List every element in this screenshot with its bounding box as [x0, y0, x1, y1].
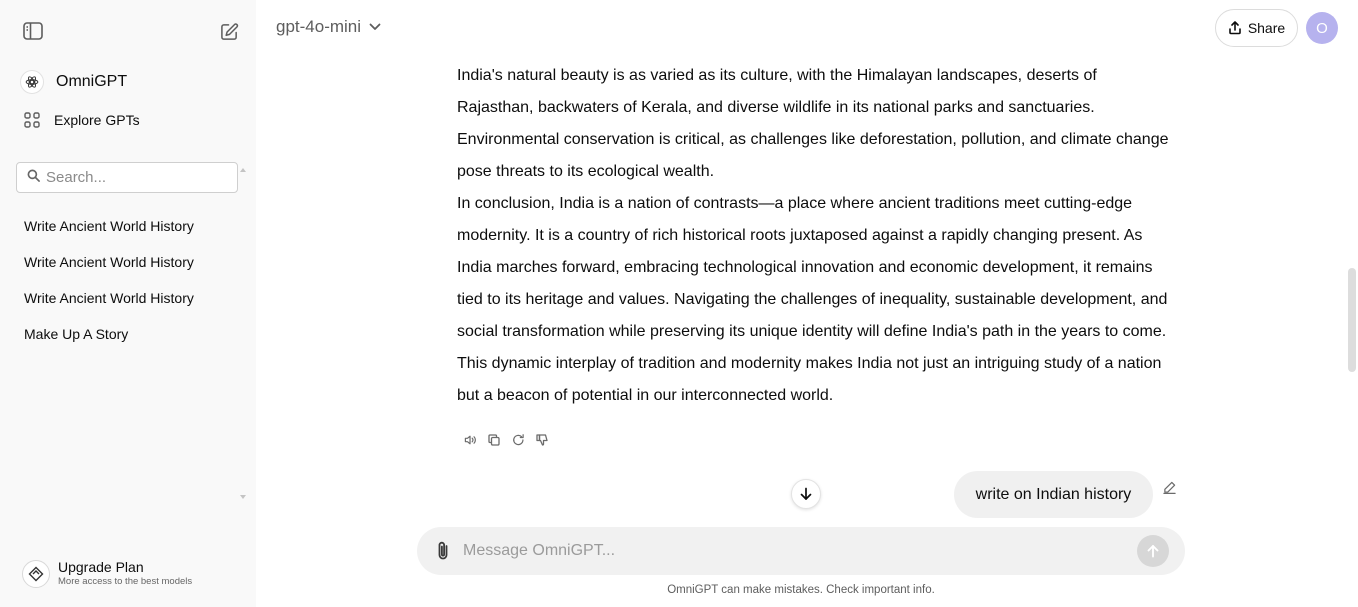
- sidebar-toggle-icon[interactable]: [19, 17, 47, 45]
- thumbs-down-icon[interactable]: [535, 433, 549, 447]
- copy-icon[interactable]: [487, 433, 501, 447]
- sidebar-item-explore-gpts[interactable]: Explore GPTs: [20, 104, 240, 136]
- assistant-paragraph: India's natural beauty is as varied as i…: [457, 67, 1169, 180]
- send-button[interactable]: [1137, 535, 1169, 567]
- upgrade-plan-subtitle: More access to the best models: [58, 576, 193, 587]
- user-message-text: write on Indian history: [975, 485, 1132, 503]
- search-field[interactable]: [16, 162, 238, 193]
- sidebar-item-label: Explore GPTs: [54, 112, 140, 128]
- share-label: Share: [1247, 20, 1286, 36]
- history-item[interactable]: Make Up A Story: [24, 326, 128, 342]
- scroll-down-arrow-icon[interactable]: [240, 495, 246, 499]
- history-item[interactable]: Write Ancient World History: [24, 254, 194, 270]
- message-input[interactable]: [463, 542, 1137, 560]
- model-name: gpt-4o-mini: [276, 17, 362, 36]
- arrow-up-icon: [1147, 545, 1159, 558]
- search-input[interactable]: [46, 169, 226, 186]
- app-window: OmniGPT Explore GPTs Search... Write Anc…: [0, 0, 1358, 607]
- user-message: write on Indian history: [954, 471, 1153, 518]
- scroll-to-bottom-button[interactable]: [791, 479, 821, 509]
- avatar[interactable]: O: [1306, 12, 1338, 44]
- message-composer: [417, 527, 1185, 575]
- assistant-message: India's natural beauty is as varied as i…: [457, 60, 1177, 412]
- chat-scrollbar[interactable]: [1346, 0, 1358, 607]
- history-item[interactable]: Write Ancient World History: [24, 218, 194, 234]
- sidebar-item-omnigpt[interactable]: OmniGPT: [20, 66, 240, 98]
- sidebar-item-label: OmniGPT: [56, 73, 128, 90]
- upgrade-plan-title: Upgrade Plan: [58, 559, 144, 575]
- scroll-up-arrow-icon[interactable]: [240, 168, 246, 172]
- openai-logo-icon: [20, 70, 44, 94]
- pencil-icon[interactable]: [1161, 479, 1177, 495]
- grid-icon: [20, 112, 44, 128]
- search-icon: [27, 169, 40, 187]
- disclaimer-text: OmniGPT can make mistakes. Check importa…: [667, 584, 935, 596]
- sidebar: OmniGPT Explore GPTs Search... Write Anc…: [0, 0, 256, 607]
- paperclip-icon[interactable]: [433, 541, 453, 561]
- model-selector[interactable]: gpt-4o-mini: [276, 17, 381, 37]
- assistant-paragraph: In conclusion, India is a nation of cont…: [457, 195, 1168, 404]
- share-icon: [1229, 21, 1241, 35]
- arrow-down-icon: [800, 487, 812, 500]
- speaker-icon[interactable]: [463, 433, 477, 447]
- regenerate-icon[interactable]: [511, 433, 525, 447]
- upgrade-plan-button[interactable]: Upgrade Plan More access to the best mod…: [22, 559, 192, 589]
- chevron-down-icon: [369, 23, 381, 30]
- chat-main: gpt-4o-mini Share O India's natural beau…: [256, 0, 1358, 607]
- new-chat-icon[interactable]: [215, 17, 243, 45]
- history-item[interactable]: Write Ancient World History: [24, 290, 194, 306]
- message-actions: [463, 433, 549, 447]
- scrollbar-thumb[interactable]: [1348, 268, 1356, 372]
- upgrade-icon: [22, 560, 50, 588]
- share-button[interactable]: Share: [1215, 9, 1298, 47]
